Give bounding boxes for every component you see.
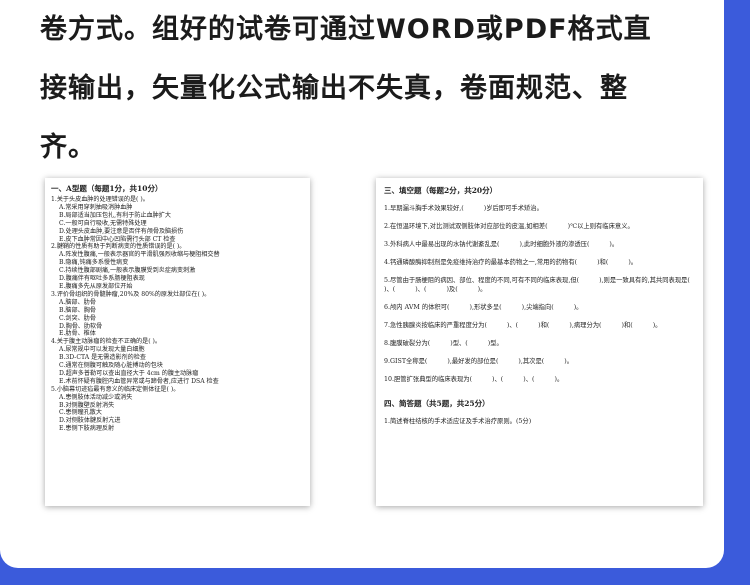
question-option: C.持续性腹部剧痛,一般表示腹膜受到炎症病变刺激 — [59, 267, 196, 275]
content-card: 卷方式。组好的试卷可通过WORD或PDF格式直 接输出，矢量化公式输出不失真，卷… — [0, 0, 724, 568]
question-option: A.常采用穿刺抽吸消肿血肿 — [59, 203, 133, 211]
intro-line: 接输出，矢量化公式输出不失真，卷面规范、整 — [40, 73, 628, 104]
question-option: A.脑部、肋骨 — [59, 298, 96, 306]
question-option: B.脑部、胸骨 — [59, 306, 96, 314]
question-option: A.尿常规中可以发现大量白细胞 — [59, 346, 145, 354]
question-list: 1.关于头皮血肿的处理错误的是( )。 A.常采用穿刺抽吸消肿血肿 B.局部适当加压… — [45, 196, 310, 433]
fill-blank-item: 8.腹膜破裂分为( )型、( )型。 — [384, 340, 503, 347]
intro-text: 卷方式。组好的试卷可通过WORD或PDF格式直 接输出，矢量化公式输出不失真，卷… — [40, 0, 700, 177]
fill-blank-item: 1.早期漏斗胸手术效果较好,( )岁后即可手术矫治。 — [384, 205, 543, 212]
question-option: D.腹痛伴有呕吐多系肠梗阻表现 — [59, 275, 145, 283]
fill-blank-item: 4.钙通磷酸酶抑制剂是免疫维持治疗的最基本药物之一,常用的药物有( )和( )。 — [384, 259, 638, 266]
fill-blank-item: 5.尽管由于肠梗阻的病因、部位、程度的不同,可有不同的临床表现,但( ),则是一… — [384, 277, 710, 293]
intro-line: 卷方式。组好的试卷可通过WORD或PDF格式直 — [40, 14, 652, 45]
question-option: D.超声多普勒可以查出直径大于 4cm 的腹主动脉瘤 — [59, 369, 199, 377]
fill-blank-item: 6.颅内 AVM 的体积可( ),形状多呈( ),尖端指向( )。 — [384, 304, 583, 311]
short-answer-item: 1.简述脊柱结核的手术适应证及手术治疗原则。(5分) — [384, 418, 532, 425]
section-title: 一、A型题（每题1分，共10分） — [51, 184, 163, 193]
question-option: D.处理头皮血肿,要注意是否伴有颅骨及脑损伤 — [59, 227, 184, 235]
fill-blank-item: 7.急性胰腺炎按临床的严重程度分为( )、( )和( ),病理分为( )和( )… — [384, 322, 662, 329]
intro-line: 齐。 — [40, 132, 96, 163]
question-stem: 5.小脑幕切迹疝最有意义的临床定侧体征是( )。 — [51, 385, 180, 393]
question-option: D.胸骨、肋软骨 — [59, 322, 103, 330]
question-option: C.一般可自行吸收,无需特殊处理 — [59, 219, 147, 227]
question-option: C.剑突、肋骨 — [59, 314, 96, 322]
question-stem: 1.关于头皮血肿的处理错误的是( )。 — [51, 196, 149, 203]
fill-blank-item: 2.在恒温环境下,对比测试双侧肢体对应部位的皮温,如相差( )℃以上则有临床意义… — [384, 223, 634, 230]
fill-blank-list: 1.早期漏斗胸手术效果较好,( )岁后即可手术矫治。 2.在恒温环境下,对比测试双… — [376, 204, 703, 384]
question-option: B.3D-CTA 是无需造影剂的检查 — [59, 354, 146, 362]
question-stem: 3.评价骨组织的骨髓肿瘤,20%及 80%的原发灶部位在( )。 — [51, 290, 211, 298]
question-option: E.腹痛多先从原发部位开始 — [59, 282, 133, 290]
section-title: 四、简答题（共5题，共25分） — [384, 399, 490, 408]
fill-blank-item: 9.GIST全称是( ),最好发的部位是( ),其次是( )。 — [384, 358, 573, 365]
question-option: B.隐痛,钝痛多系慢性病变 — [59, 259, 129, 267]
exam-paper-preview-right: 三、填空题（每题2分，共20分） 1.早期漏斗胸手术效果较好,( )岁后即可手术… — [376, 178, 703, 506]
exam-paper-preview-left: 一、A型题（每题1分，共10分） 1.关于头皮血肿的处理错误的是( )。 A.常采… — [45, 178, 310, 506]
fill-blank-item: 10.胆管扩张典型的临床表现为( )、( )、( )。 — [384, 376, 564, 383]
question-option: E.术前怀疑有腹腔内血管异常或与蹄骨者,应进行 DSA 检查 — [59, 377, 219, 385]
question-option: C.通常在侧腹可触及随心脏搏动的包块 — [59, 362, 163, 370]
question-option: A.患侧肢体活动减少或消失 — [59, 393, 133, 401]
section-title: 三、填空题（每题2分，共20分） — [384, 186, 498, 195]
question-option: B.局部适当加压包扎,有利于防止血肿扩大 — [59, 211, 171, 219]
question-option: E.患侧下肢病理反射 — [59, 425, 115, 433]
fill-blank-item: 3.外科病人中最易出现的水钠代谢紊乱是( ),此时细胞外液的渗透压( )。 — [384, 241, 619, 248]
